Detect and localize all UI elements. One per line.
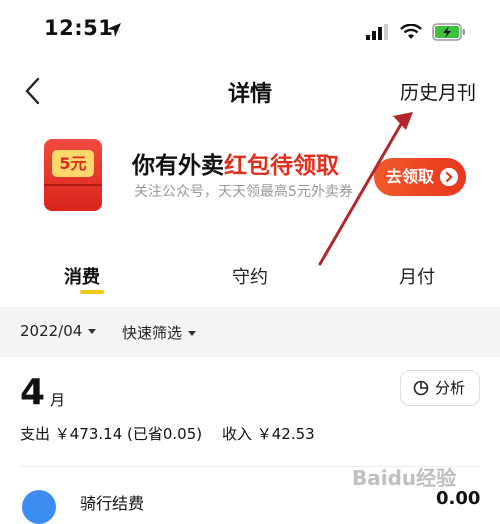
annotation-arrow-icon [318,112,413,266]
